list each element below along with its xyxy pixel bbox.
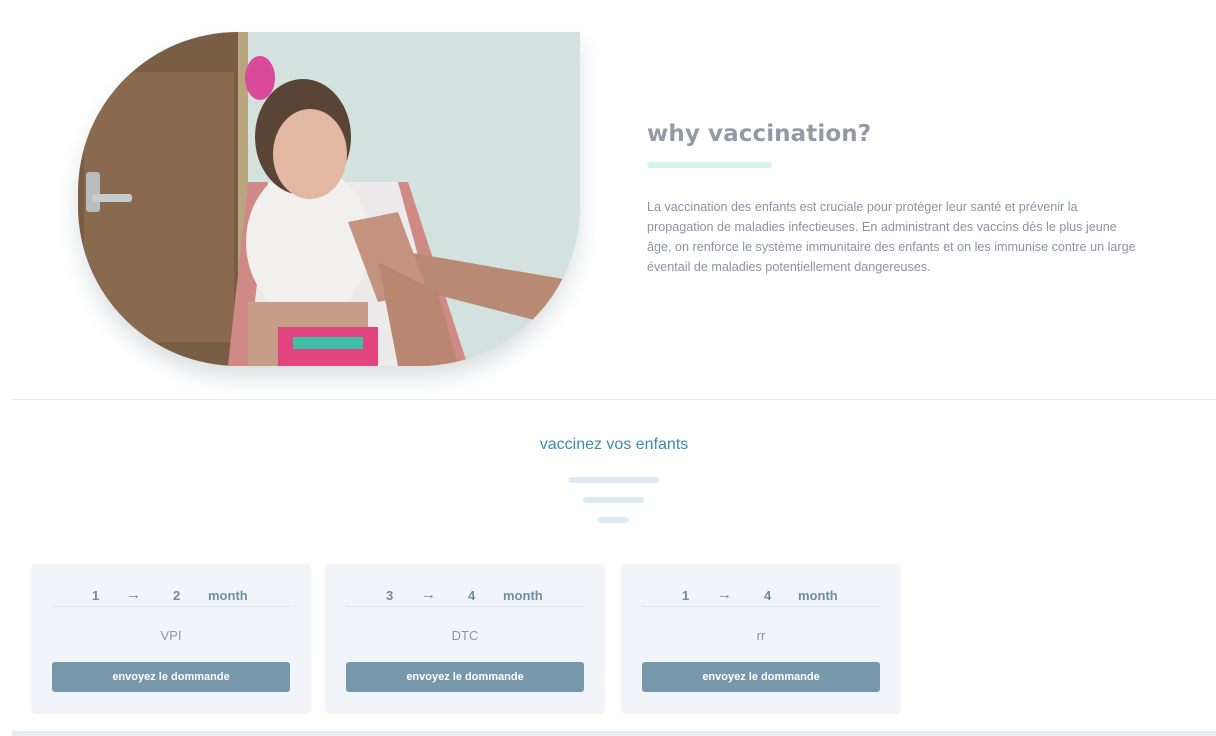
footer-band [12,731,1216,736]
age-from: 3 [386,588,394,603]
arrow-right-icon: → [126,586,141,603]
age-to: 2 [173,588,181,603]
vaccine-name: VPI [160,628,182,643]
arrow-right-icon: → [717,586,732,603]
vaccine-card-rr: 1 → 4 month rr envoyez le dommande [622,564,900,712]
vaccine-card-vpi: 1 → 2 month VPI envoyez le dommande [32,564,310,712]
section-title: vaccinez vos enfants [539,436,689,453]
age-to: 4 [764,588,772,603]
send-request-button[interactable]: envoyez le dommande [642,662,880,692]
age-unit: month [798,588,838,603]
vaccine-name: rr [756,628,766,643]
age-unit: month [208,588,248,603]
age-unit: month [503,588,543,603]
vaccine-card-dtc: 3 → 4 month DTC envoyez le dommande [326,564,604,712]
hero-photo-child-vaccination [78,32,580,366]
age-range: 1 → 2 month [52,586,290,607]
section-divider [12,399,1216,400]
intro-paragraph: La vaccination des enfants est cruciale … [647,200,1136,274]
send-request-button[interactable]: envoyez le dommande [52,662,290,692]
funnel-decoration-bar-bottom [598,517,629,523]
funnel-decoration-bar-top [568,477,659,483]
page-title: why vaccination? [647,121,872,147]
arrow-right-icon: → [421,586,436,603]
vaccine-name: DTC [451,628,479,643]
title-underline [647,162,772,168]
send-request-button[interactable]: envoyez le dommande [346,662,584,692]
age-to: 4 [468,588,476,603]
age-range: 3 → 4 month [346,586,584,607]
age-from: 1 [92,588,100,603]
age-from: 1 [682,588,690,603]
age-range: 1 → 4 month [642,586,880,607]
funnel-decoration-bar-middle [583,497,644,503]
